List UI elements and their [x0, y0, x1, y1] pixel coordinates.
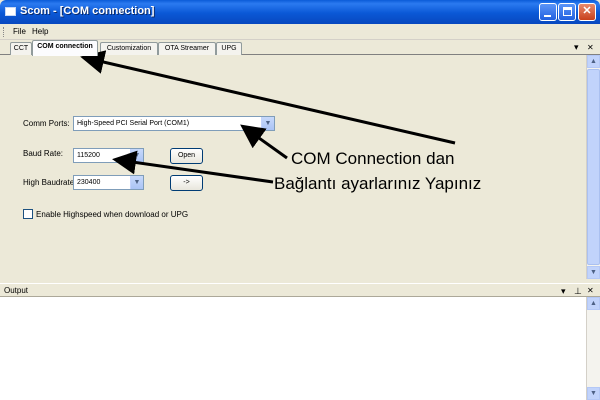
comm-ports-select[interactable]: High-Speed PCI Serial Port (COM1) ▼	[73, 116, 275, 131]
baud-rate-value: 115200	[77, 152, 100, 159]
high-baudrate-value: 230400	[77, 179, 101, 186]
apply-high-baudrate-button[interactable]: ->	[170, 175, 203, 191]
tab-cct[interactable]: CCT	[10, 42, 32, 55]
annotation-text-line2: Bağlantı ayarlarınız Yapınız	[274, 174, 482, 193]
tab-strip: CCT COM connection Customization OTA Str…	[0, 40, 600, 56]
tab-close-icon[interactable]: ✕	[587, 42, 594, 53]
close-icon: ✕	[582, 5, 592, 17]
enable-highspeed-label: Enable Highspeed when download or UPG	[36, 210, 189, 219]
window-title: Scom - [COM connection]	[20, 5, 155, 17]
output-title: Output	[4, 286, 29, 295]
scroll-up-icon[interactable]: ▲	[587, 55, 600, 68]
maximize-button[interactable]	[558, 3, 576, 21]
output-pin-icon[interactable]: ⊥	[574, 285, 582, 297]
tab-customization[interactable]: Customization	[100, 42, 158, 55]
chevron-down-icon[interactable]: ▼	[130, 149, 143, 162]
output-panel-header: Output ▾ ⊥ ✕	[0, 283, 600, 297]
menu-bar: File Help	[0, 24, 600, 40]
comm-ports-label: Comm Ports:	[23, 119, 70, 128]
comm-ports-value: High-Speed PCI Serial Port (COM1)	[77, 120, 190, 127]
open-button[interactable]: Open	[170, 148, 203, 164]
menu-file[interactable]: File	[13, 27, 26, 36]
maximize-icon	[563, 7, 572, 16]
annotation-text-line1: COM Connection dan	[291, 149, 455, 168]
output-close-icon[interactable]: ✕	[587, 285, 594, 297]
scroll-thumb[interactable]	[587, 69, 600, 265]
close-button[interactable]: ✕	[578, 3, 596, 21]
menu-help[interactable]: Help	[32, 27, 48, 36]
baud-rate-select[interactable]: 115200 ▼	[73, 148, 144, 163]
baud-rate-label: Baud Rate:	[23, 149, 64, 158]
tab-ota-streamer[interactable]: OTA Streamer	[158, 42, 216, 55]
output-text-area[interactable]	[0, 297, 586, 400]
tab-list-dropdown-icon[interactable]: ▾	[574, 42, 579, 53]
chevron-down-icon[interactable]: ▼	[130, 176, 143, 189]
output-dropdown-icon[interactable]: ▾	[561, 285, 566, 297]
app-icon	[5, 7, 16, 16]
page-scrollbar[interactable]: ▲ ▼	[586, 55, 600, 279]
scroll-down-icon[interactable]: ▼	[587, 387, 600, 400]
title-bar[interactable]: Scom - [COM connection] ✕	[0, 0, 600, 24]
minimize-button[interactable]	[539, 3, 557, 21]
chevron-down-icon[interactable]: ▼	[261, 117, 274, 130]
tab-com-connection[interactable]: COM connection	[32, 40, 98, 56]
scroll-up-icon[interactable]: ▲	[587, 297, 600, 310]
tab-upg[interactable]: UPG	[216, 42, 242, 55]
scroll-down-icon[interactable]: ▼	[587, 266, 600, 279]
menu-grip	[3, 27, 6, 37]
minimize-icon	[544, 15, 551, 17]
high-baudrate-select[interactable]: 230400 ▼	[73, 175, 144, 190]
high-baudrate-label: High Baudrate:	[23, 178, 77, 187]
enable-highspeed-checkbox[interactable]	[23, 209, 33, 219]
output-scrollbar[interactable]: ▲ ▼	[586, 297, 600, 400]
